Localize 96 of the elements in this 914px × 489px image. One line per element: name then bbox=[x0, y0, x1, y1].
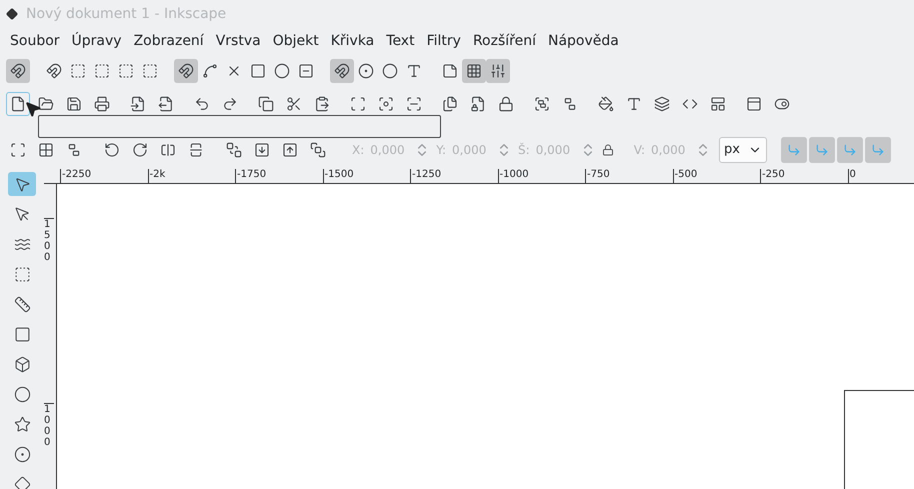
snap-dashed-square-icon bbox=[70, 63, 86, 79]
snap-magnet-icon bbox=[46, 63, 62, 79]
field-label: Š: bbox=[518, 142, 530, 159]
folder-icon bbox=[38, 96, 54, 112]
undo-icon bbox=[194, 96, 210, 112]
ungroup-icon bbox=[562, 96, 578, 112]
snap-dashed-square-icon bbox=[142, 63, 158, 79]
save-icon bbox=[66, 96, 82, 112]
field-label: V: bbox=[634, 142, 645, 159]
group-icon bbox=[534, 96, 550, 112]
snap-guides-icon bbox=[490, 63, 506, 79]
arrow-icon bbox=[843, 143, 857, 157]
snap-circle-icon bbox=[274, 63, 290, 79]
snap-magnet-icon bbox=[10, 63, 26, 79]
export-icon bbox=[158, 96, 174, 112]
menu-item[interactable]: Zobrazení bbox=[128, 31, 210, 52]
ruler-label: -1250 bbox=[411, 169, 442, 181]
menu-item[interactable]: Vrstva bbox=[210, 31, 267, 52]
raise-icon bbox=[282, 142, 298, 158]
snap-magnet-icon bbox=[334, 63, 350, 79]
print-icon bbox=[94, 96, 110, 112]
menu-item[interactable]: Nápověda bbox=[542, 31, 625, 52]
star-icon bbox=[14, 416, 30, 432]
grid-icon bbox=[38, 142, 54, 158]
snap-guides-button[interactable] bbox=[486, 59, 510, 83]
dashed-square-icon bbox=[14, 266, 30, 282]
ruler-label: 0 bbox=[848, 169, 856, 181]
snap-circle-icon bbox=[382, 63, 398, 79]
ellipse-icon bbox=[14, 386, 30, 402]
snap-magnet-button[interactable] bbox=[6, 59, 30, 83]
duplicate-icon bbox=[442, 96, 458, 112]
ruler-label: -1750 bbox=[236, 169, 266, 181]
lower-bottom-icon bbox=[226, 142, 242, 158]
snap-dashed-square-icon bbox=[118, 63, 134, 79]
cut-icon bbox=[286, 96, 302, 112]
menu-item[interactable]: Rozšíření bbox=[466, 31, 542, 52]
menu-item[interactable]: Křivka bbox=[324, 31, 380, 52]
pointer-tool-button[interactable] bbox=[8, 172, 36, 196]
menu-item[interactable]: Filtry bbox=[420, 31, 467, 52]
snap-page-icon bbox=[442, 63, 458, 79]
import-icon bbox=[130, 96, 146, 112]
snap-magnet-button[interactable] bbox=[174, 59, 198, 83]
window-title: Nový dokument 1 - Inkscape bbox=[26, 4, 226, 24]
square-icon bbox=[14, 326, 30, 342]
snap-square-minus-icon bbox=[298, 63, 314, 79]
menu-item[interactable]: Soubor bbox=[4, 31, 66, 52]
flip-vertical-icon bbox=[188, 142, 204, 158]
field-label: X: bbox=[352, 142, 364, 159]
mouse-cursor-icon bbox=[24, 100, 42, 118]
arrow-icon bbox=[871, 143, 885, 157]
ruler-label: 1500 bbox=[44, 218, 54, 263]
ruler-label: -2k bbox=[148, 169, 166, 181]
new-document-icon bbox=[10, 96, 26, 112]
menu-item[interactable]: Text bbox=[380, 31, 421, 52]
ruler-label: 1000 bbox=[44, 403, 54, 448]
snap-letter-icon bbox=[406, 63, 422, 79]
pointer-icon bbox=[14, 176, 30, 192]
menu-item[interactable]: Objekt bbox=[266, 31, 325, 52]
snap-square-icon bbox=[250, 63, 266, 79]
ruler-label: -250 bbox=[761, 169, 785, 181]
diamond-icon bbox=[14, 476, 30, 489]
layers-icon bbox=[654, 96, 670, 112]
ruler-label: -1000 bbox=[498, 169, 529, 181]
cube-icon bbox=[14, 356, 30, 372]
menu-item[interactable]: Úpravy bbox=[66, 31, 128, 52]
snap-circle-dot-icon bbox=[358, 63, 374, 79]
rotate-left-icon bbox=[104, 142, 120, 158]
snap-dashed-square-icon bbox=[94, 63, 110, 79]
snap-curve-icon bbox=[202, 63, 218, 79]
snap-grid-icon bbox=[466, 63, 482, 79]
redo-icon bbox=[222, 96, 238, 112]
ruler-label: -750 bbox=[586, 169, 610, 181]
ruler-label: -2250 bbox=[61, 169, 92, 181]
snap-magnet-icon bbox=[178, 63, 194, 79]
fill-stroke-icon bbox=[598, 96, 614, 112]
toggle-icon bbox=[774, 96, 790, 112]
snap-magnet-button[interactable] bbox=[330, 59, 354, 83]
ruler-icon bbox=[14, 296, 30, 312]
flip-horizontal-icon bbox=[160, 142, 176, 158]
lower-icon bbox=[254, 142, 270, 158]
select-all-icon bbox=[10, 142, 26, 158]
field-label: Y: bbox=[436, 142, 446, 159]
paste-icon bbox=[314, 96, 330, 112]
app-logo-icon bbox=[6, 8, 18, 20]
ruler-label: -500 bbox=[674, 169, 698, 181]
arrow-icon bbox=[787, 143, 801, 157]
text-icon bbox=[626, 96, 642, 112]
raise-top-icon bbox=[310, 142, 326, 158]
arrow-icon bbox=[815, 143, 829, 157]
copy-icon bbox=[258, 96, 274, 112]
clone-icon bbox=[470, 96, 486, 112]
rotate-right-icon bbox=[132, 142, 148, 158]
snap-grid-button[interactable] bbox=[462, 59, 486, 83]
node-pointer-icon bbox=[14, 206, 30, 222]
deselect-icon bbox=[66, 142, 82, 158]
ruler-label: -1500 bbox=[324, 169, 354, 181]
